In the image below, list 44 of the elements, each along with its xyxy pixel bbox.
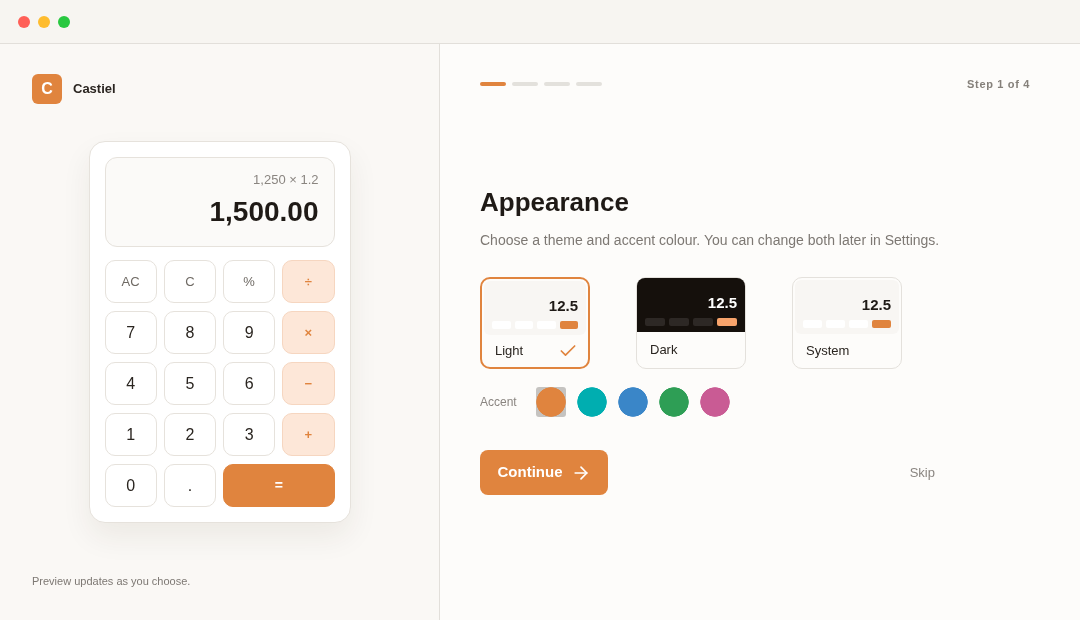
theme-card[interactable]: 12.5 System	[792, 277, 902, 369]
theme-label: Light	[495, 342, 524, 361]
step-label: Step 1 of 4	[967, 76, 1030, 92]
calculator-key[interactable]: 7	[104, 311, 157, 354]
keypad-bars-icon	[645, 318, 737, 326]
keypad-bars-icon	[492, 321, 578, 329]
theme-label: Dark	[650, 341, 678, 360]
calculator-key[interactable]: 8	[163, 311, 216, 354]
maximize-window-icon[interactable]	[58, 15, 70, 28]
skip-link[interactable]: Skip	[909, 462, 935, 483]
minimize-window-icon[interactable]	[38, 15, 50, 28]
close-window-icon[interactable]	[18, 15, 30, 28]
theme-card[interactable]: 12.5 Dark	[636, 277, 746, 369]
color-swatch-icon[interactable]	[618, 387, 648, 417]
color-swatch-icon[interactable]	[700, 387, 730, 417]
calculator-key[interactable]: 4	[104, 362, 157, 405]
page-heading: Appearance	[480, 186, 630, 218]
preview-value: 12.5	[707, 293, 737, 313]
calculator-key[interactable]: %	[223, 260, 276, 303]
preview-value: 12.5	[548, 296, 578, 316]
preview-note: Preview updates as you choose.	[32, 574, 192, 588]
calculator-key[interactable]: 0	[104, 464, 157, 507]
preview-value: 12.5	[861, 295, 891, 315]
calculator-key[interactable]: 6	[223, 362, 276, 405]
brand-name: Castiel	[73, 80, 116, 99]
calculator-key[interactable]: C	[163, 260, 216, 303]
brand-logo: C	[32, 74, 62, 104]
color-swatch-icon[interactable]	[536, 387, 566, 417]
theme-card[interactable]: 12.5 Light	[480, 277, 590, 369]
calculator-key[interactable]: 5	[163, 362, 216, 405]
calculator-key[interactable]: .	[163, 464, 216, 507]
calculator-key[interactable]: 1	[104, 413, 157, 456]
theme-label: System	[806, 342, 850, 361]
accent-label: Accent	[480, 394, 518, 411]
color-swatch-icon[interactable]	[659, 387, 689, 417]
calculator-key[interactable]: 3	[223, 413, 276, 456]
keypad-bars-icon	[803, 320, 891, 328]
calculator-key[interactable]: 9	[223, 311, 276, 354]
result-text: 1,500.00	[209, 196, 319, 228]
page-subtitle: Choose a theme and accent colour. You can change both later in Settings.	[480, 231, 941, 250]
color-swatch-icon[interactable]	[577, 387, 607, 417]
calculator-key[interactable]: 2	[163, 413, 216, 456]
calculator-key[interactable]: AC	[104, 260, 157, 303]
expression-text: 1,250 × 1.2	[253, 171, 319, 189]
